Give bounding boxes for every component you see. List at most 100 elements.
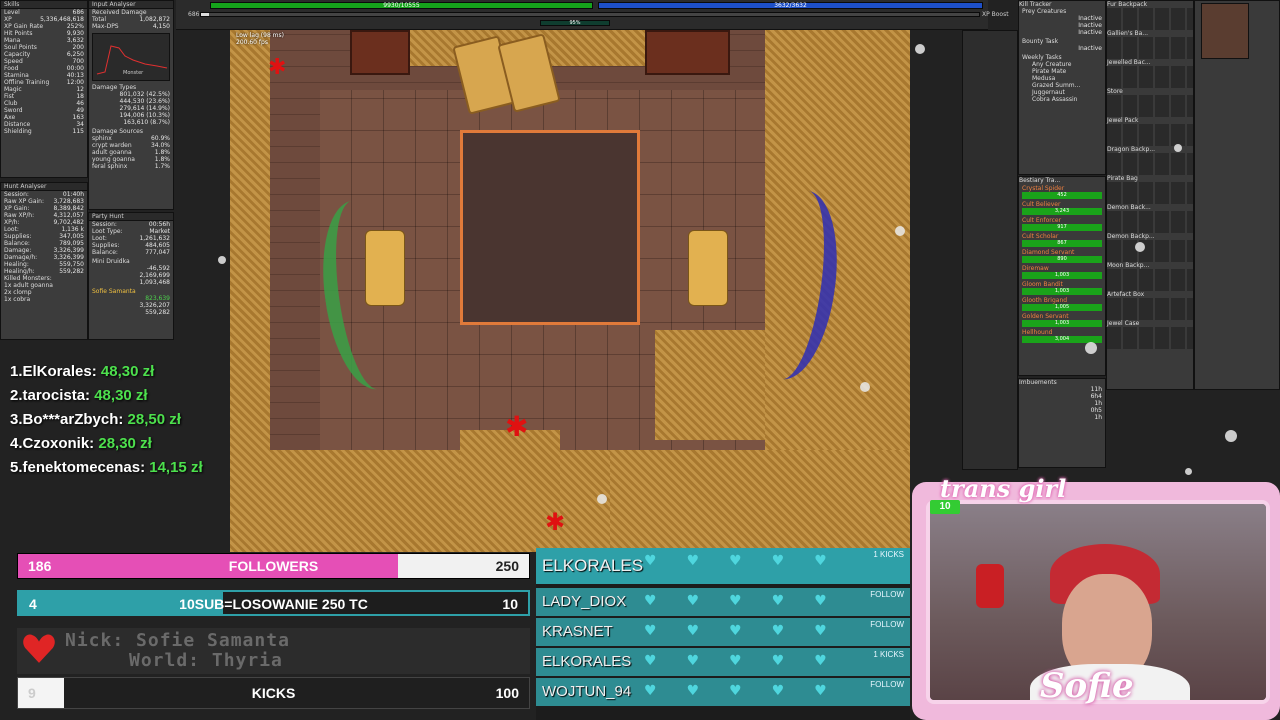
skill-key: Stamina [4, 72, 29, 79]
skill-value: 12 [76, 86, 84, 93]
skill-key: Shielding [4, 128, 32, 135]
container-title[interactable]: Fur Backpack [1107, 1, 1193, 8]
feed-hearts: ♥ ♥ ♥ ♥ ♥ [644, 594, 827, 608]
container-slots[interactable] [1107, 269, 1193, 291]
battle-area[interactable] [460, 130, 640, 325]
weekly-title: Weekly Tasks [1022, 54, 1062, 61]
party-member-stat-row: 559,282 [89, 309, 173, 316]
hunt-analyser-row: XP Gain: 8,389,842 [1, 205, 87, 212]
input-analyser-key: Max-DPS [92, 23, 119, 30]
damage-source-key: young goanna [92, 156, 135, 163]
followers-title: FOLLOWERS [228, 558, 319, 574]
input-analyser-title: Input Analyser [89, 1, 173, 9]
container-title[interactable]: Jewel Case [1107, 320, 1193, 327]
hunt-analyser-key: Healing: [4, 261, 29, 268]
party-hunt-row: Balance: 777,047 [89, 249, 173, 256]
bestiary-entry[interactable]: Diremaw 1,003 [1019, 264, 1105, 280]
container-slots[interactable] [1107, 153, 1193, 175]
xp-boost-button[interactable]: XP Boost [982, 11, 1009, 18]
container-slots[interactable] [1107, 66, 1193, 88]
damage-types-title: Damage Types [92, 84, 137, 91]
skill-value: 9,930 [66, 30, 84, 37]
bestiary-entry[interactable]: Cult Enforcer 917 [1019, 216, 1105, 232]
donation-rank: 5.fenektomecenas: [10, 459, 146, 476]
container-title[interactable]: Moon Backp... [1107, 262, 1193, 269]
container-slots[interactable] [1107, 37, 1193, 59]
hunt-analyser-value: 8,389,842 [53, 205, 84, 212]
party-hunt-value: 484,605 [145, 242, 170, 249]
skill-value: 00:00 [66, 65, 84, 72]
heart-icon: ♥ [686, 653, 700, 669]
container-title[interactable]: Demon Backp... [1107, 233, 1193, 240]
prey-status: Inactive [1078, 29, 1102, 36]
skill-row: Mana 3,632 [1, 37, 87, 44]
hunt-analyser-value: 347,005 [59, 233, 84, 240]
container-slots[interactable] [1107, 327, 1193, 349]
container-slots[interactable] [1107, 240, 1193, 262]
prey-slot[interactable]: Inactive [1019, 15, 1105, 22]
party-hunt-key: Supplies: [92, 242, 120, 249]
container-title[interactable]: Gallien's Ba... [1107, 30, 1193, 37]
feed-event-tag: FOLLOW [870, 590, 904, 599]
hunt-analyser-row: Supplies: 347,005 [1, 233, 87, 240]
skill-value: 115 [72, 128, 84, 135]
container-slots[interactable] [1107, 182, 1193, 204]
container-title[interactable]: Pirate Bag [1107, 175, 1193, 182]
skill-value: 6,250 [66, 51, 84, 58]
hunt-analyser-row: Healing/h: 559,282 [1, 268, 87, 275]
skill-value: 18 [76, 93, 84, 100]
bestiary-entry[interactable]: Glooth Brigand 1,005 [1019, 296, 1105, 312]
hunt-analyser-row: Healing: 559,750 [1, 261, 87, 268]
container-title[interactable]: Jewelled Bac... [1107, 59, 1193, 66]
container-title[interactable]: Demon Back... [1107, 204, 1193, 211]
weekly-task[interactable]: Pirate Mate [1019, 68, 1105, 75]
nick-info-box: Nick: Sofie Samanta World: Thyria [17, 628, 530, 674]
feed-username: WOJTUN_94 [542, 683, 632, 700]
minimap[interactable] [1201, 3, 1249, 59]
bestiary-name: Glooth Brigand [1022, 297, 1068, 304]
prey-slot[interactable]: Inactive [1019, 22, 1105, 29]
container-slots[interactable] [1107, 124, 1193, 146]
container-slots[interactable] [1107, 211, 1193, 233]
game-world[interactable]: ✱ ✱ ✱ Low lag (98 ms) 200.60 fps [230, 30, 910, 552]
imbuement-time: 0h5 [1090, 407, 1102, 414]
bestiary-entry[interactable]: Golden Servant 1,003 [1019, 312, 1105, 328]
party-hunt-key: Session: [92, 221, 117, 228]
skill-row: Level 686 [1, 9, 87, 16]
container-title[interactable]: Store [1107, 88, 1193, 95]
weekly-task[interactable]: Cobra Assassin [1019, 96, 1105, 103]
action-bar-panel [962, 30, 1018, 470]
weekly-task[interactable]: Medusa [1019, 75, 1105, 82]
container-slots[interactable] [1107, 298, 1193, 320]
hunt-analyser-key: Damage/h: [4, 254, 38, 261]
skill-row: Speed 700 [1, 58, 87, 65]
hunt-analyser-title: Hunt Analyser [1, 183, 87, 191]
container-title[interactable]: Jewel Pack [1107, 117, 1193, 124]
hunt-analyser-key: 1x cobra [4, 296, 31, 303]
feed-hearts: ♥ ♥ ♥ ♥ ♥ [644, 624, 827, 638]
container-slots[interactable] [1107, 95, 1193, 117]
mana-value: 3632/3632 [774, 2, 807, 9]
weekly-task[interactable]: Juggernaut [1019, 89, 1105, 96]
weekly-task[interactable]: Grazed Summ... [1019, 82, 1105, 89]
bestiary-entry[interactable]: Diamond Servant 890 [1019, 248, 1105, 264]
bestiary-entry[interactable]: Cult Scholar 867 [1019, 232, 1105, 248]
damage-source-value: 1.8% [154, 149, 170, 156]
skill-key: XP Gain Rate [4, 23, 44, 30]
weekly-task[interactable]: Any Creature [1019, 61, 1105, 68]
container-title[interactable]: Artefact Box [1107, 291, 1193, 298]
hunt-analyser-key: 1x adult goanna [4, 282, 53, 289]
party-hunt-value: 00:56h [148, 221, 170, 228]
heart-icon: ♥ [686, 553, 700, 569]
prey-slot[interactable]: Inactive [1019, 29, 1105, 36]
bestiary-entry[interactable]: Cult Believer 3,243 [1019, 200, 1105, 216]
imbuements-panel: Imbuements 11h 6h4 1h 0h5 1h [1018, 378, 1106, 468]
hunt-analyser-value: 1,136 k [61, 226, 84, 233]
bestiary-entry[interactable]: Gloom Bandit 1,003 [1019, 280, 1105, 296]
hunt-analyser-key: XP Gain: [4, 205, 30, 212]
bestiary-entry[interactable]: Crystal Spider 452 [1019, 184, 1105, 200]
hunt-analyser-row: Raw XP/h: 4,312,057 [1, 212, 87, 219]
kicks-goal: 9 KICKS 100 [17, 677, 530, 709]
container-slots[interactable] [1107, 8, 1193, 30]
bestiary-name: Gloom Bandit [1022, 281, 1063, 288]
